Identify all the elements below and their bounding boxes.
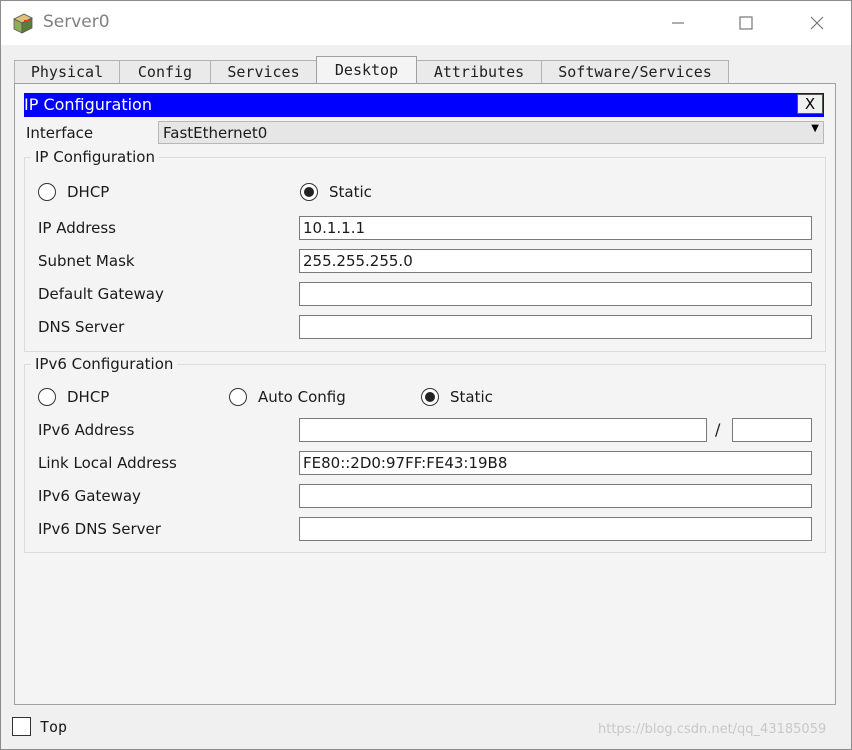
- dns-server-label: DNS Server: [38, 318, 125, 336]
- close-icon: [810, 16, 824, 30]
- ipv6-auto-config-label: Auto Config: [258, 388, 346, 406]
- ipv6-dns-server-label: IPv6 DNS Server: [38, 520, 161, 538]
- ipv4-dhcp-label: DHCP: [67, 183, 110, 201]
- tab-services[interactable]: Services: [210, 60, 317, 83]
- ipv6-dhcp-radio[interactable]: DHCP: [38, 388, 109, 406]
- ipv4-group-title: IP Configuration: [31, 148, 159, 166]
- top-checkbox-label: Top: [40, 718, 68, 736]
- dropdown-arrow-icon: ▼: [811, 123, 819, 134]
- subnet-mask-label: Subnet Mask: [38, 252, 135, 270]
- default-gateway-label: Default Gateway: [38, 285, 164, 303]
- radio-unselected-icon: [229, 388, 247, 406]
- interface-selected-value: FastEthernet0: [163, 124, 268, 142]
- ipv6-prefix-length-input[interactable]: [732, 418, 812, 442]
- link-local-address-input[interactable]: FE80::2D0:97FF:FE43:19B8: [299, 451, 812, 475]
- ip-config-close-button[interactable]: X: [797, 94, 823, 114]
- tab-bar: Physical Config Services Desktop Attribu…: [14, 56, 729, 83]
- tab-attributes[interactable]: Attributes: [416, 60, 542, 83]
- radio-unselected-icon: [38, 183, 56, 201]
- interface-select[interactable]: FastEthernet0 ▼: [158, 121, 824, 144]
- ipv4-static-label: Static: [329, 183, 372, 201]
- close-button[interactable]: [794, 7, 840, 39]
- radio-selected-icon: [421, 388, 439, 406]
- ip-address-input[interactable]: 10.1.1.1: [299, 216, 812, 240]
- watermark-text: https://blog.csdn.net/qq_43185059: [598, 722, 827, 737]
- prefix-separator: /: [715, 420, 721, 439]
- link-local-address-label: Link Local Address: [38, 454, 177, 472]
- ip-config-titlebar: IP Configuration X: [24, 93, 824, 117]
- default-gateway-input[interactable]: [299, 282, 812, 306]
- server-icon: [11, 11, 35, 35]
- title-bar: Server0: [1, 1, 851, 45]
- ipv4-dhcp-radio[interactable]: DHCP: [38, 183, 109, 201]
- ipv6-gateway-input[interactable]: [299, 484, 812, 508]
- ip-address-label: IP Address: [38, 219, 116, 237]
- minimize-icon: [672, 22, 684, 24]
- ip-config-title: IP Configuration: [24, 95, 152, 114]
- ipv6-group-title: IPv6 Configuration: [31, 355, 178, 373]
- dns-server-input[interactable]: [299, 315, 812, 339]
- tab-desktop[interactable]: Desktop: [316, 56, 417, 83]
- ipv6-static-label: Static: [450, 388, 493, 406]
- top-checkbox[interactable]: [12, 717, 31, 736]
- radio-unselected-icon: [38, 388, 56, 406]
- tab-config[interactable]: Config: [119, 60, 211, 83]
- minimize-button[interactable]: [655, 7, 701, 39]
- ipv6-dhcp-label: DHCP: [67, 388, 110, 406]
- tab-software-services[interactable]: Software/Services: [541, 60, 729, 83]
- maximize-icon: [739, 16, 753, 30]
- interface-label: Interface: [26, 124, 94, 142]
- window-title: Server0: [43, 12, 110, 32]
- ipv6-address-input[interactable]: [299, 418, 707, 442]
- ipv4-static-radio[interactable]: Static: [300, 183, 372, 201]
- ipv6-auto-config-radio[interactable]: Auto Config: [229, 388, 346, 406]
- maximize-button[interactable]: [723, 7, 769, 39]
- tab-physical[interactable]: Physical: [14, 60, 120, 83]
- ipv6-address-label: IPv6 Address: [38, 421, 135, 439]
- radio-selected-icon: [300, 183, 318, 201]
- ipv6-gateway-label: IPv6 Gateway: [38, 487, 141, 505]
- subnet-mask-input[interactable]: 255.255.255.0: [299, 249, 812, 273]
- ipv6-static-radio[interactable]: Static: [421, 388, 493, 406]
- ipv6-dns-server-input[interactable]: [299, 517, 812, 541]
